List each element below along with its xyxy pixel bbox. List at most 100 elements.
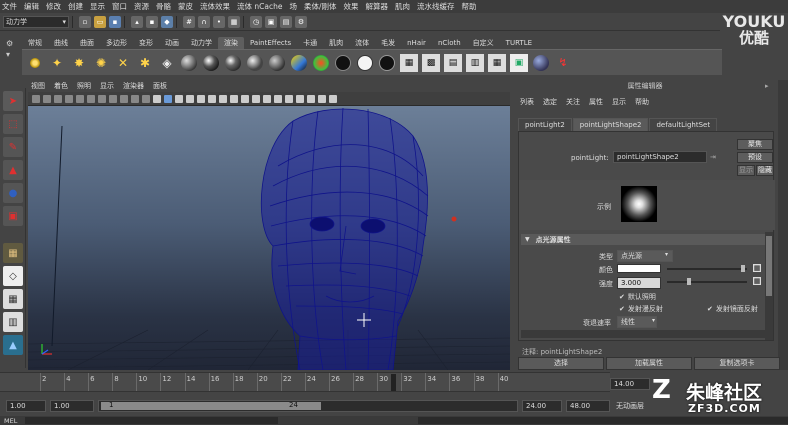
motion-blur-icon[interactable] [296,94,304,103]
color-slider-handle[interactable] [741,265,745,272]
current-frame-field[interactable]: 14.00 [610,378,650,390]
move-tool-icon[interactable]: ▲ [3,160,23,180]
scrollbar-thumb[interactable] [766,236,772,296]
head-wireframe[interactable] [260,107,429,370]
menu-item[interactable]: 流水线缓存 [417,1,455,12]
texture-image-icon[interactable]: ▣ [510,53,528,72]
hypershade-icon[interactable]: ◈ [158,54,176,72]
viewport-menu-item[interactable]: 视图 [31,81,45,91]
menu-item[interactable]: 修改 [46,1,61,12]
point-light-icon[interactable]: ✸ [70,54,88,72]
shelf-expand-icon[interactable]: ▾ [6,50,16,59]
viewport-menu-item[interactable]: 面板 [153,81,167,91]
film-gate-icon[interactable] [87,94,95,103]
snap-point-icon[interactable]: • [213,15,225,28]
shelf-tab[interactable]: nHair [401,37,432,49]
intensity-map-icon[interactable]: ▦ [753,277,761,285]
xray-joints-icon[interactable] [230,94,238,103]
menu-item[interactable]: 场 [289,1,297,12]
single-layout-icon[interactable]: ◇ [3,266,23,286]
multisample-icon[interactable] [274,94,282,103]
render-frame-icon[interactable]: ▣ [265,15,277,28]
select-hierarchy-icon[interactable]: ▴ [131,15,143,28]
anim-layer-label[interactable]: 无动画层 [616,401,644,411]
show-button[interactable]: 显示 [737,165,755,176]
rotate-tool-icon[interactable]: ● [3,183,23,203]
focus-button[interactable]: 聚焦 [737,139,773,150]
menu-item[interactable]: 编辑 [24,1,39,12]
select-object-icon[interactable]: ▪ [146,15,158,28]
stereo-icon[interactable] [318,94,326,103]
attribute-menu-item[interactable]: 选定 [543,97,557,107]
volume-light-icon[interactable]: ✱ [136,54,154,72]
open-scene-icon[interactable]: ▭ [94,15,106,28]
isolate-select-icon[interactable] [252,94,260,103]
ipr-render-icon[interactable]: ▤ [280,15,292,28]
black-material-icon[interactable] [334,54,352,72]
menu-item[interactable]: 显示 [90,1,105,12]
phong-material-icon[interactable] [224,54,242,72]
lasso-tool-icon[interactable]: ⬚ [3,114,23,134]
menu-item[interactable]: 骨骼 [156,1,171,12]
end-time-field[interactable]: 48.00 [566,400,610,412]
emit-diffuse-row[interactable]: ✔ 发射漫反射 [619,304,663,314]
menu-item[interactable]: 文件 [2,1,17,12]
wireframe-icon[interactable] [153,94,161,103]
hide-button[interactable]: 隐藏 [756,165,774,176]
texture-ramp-icon[interactable]: ▤ [444,53,462,72]
history-icon[interactable]: ◷ [250,15,262,28]
shadow-material-icon[interactable] [378,54,396,72]
xray-icon[interactable] [219,94,227,103]
shelf-tab[interactable]: 曲面 [74,37,100,49]
attribute-tab[interactable]: pointLight2 [518,118,572,131]
resolution-gate-icon[interactable] [98,94,106,103]
menu-item[interactable]: 解算器 [366,1,389,12]
menu-item[interactable]: 柔体/刚体 [304,1,337,12]
wireframe-on-shaded-icon[interactable] [175,94,183,103]
shelf-tab[interactable]: 自定义 [467,37,500,49]
attribute-menu-item[interactable]: 属性 [589,97,603,107]
intensity-slider[interactable] [667,281,747,283]
intensity-slider-handle[interactable] [687,278,691,285]
point-light-locator[interactable] [451,216,457,222]
viewport-menu-item[interactable]: 显示 [100,81,114,91]
area-light-icon[interactable]: ✕ [114,54,132,72]
texture-file-icon[interactable]: ▩ [422,53,440,72]
presets-button[interactable]: 预设 [737,152,773,163]
viewport-menu-item[interactable]: 着色 [54,81,68,91]
current-time-marker[interactable] [391,374,396,391]
viewport-menu-item[interactable]: 照明 [77,81,91,91]
safe-title-icon[interactable] [142,94,150,103]
intensity-field[interactable]: 3.000 [617,277,661,289]
use-lights-icon[interactable] [197,94,205,103]
bump-icon[interactable] [532,54,550,72]
exposure-icon[interactable] [329,94,337,103]
snap-curve-icon[interactable]: ∩ [198,15,210,28]
range-slider-bar[interactable] [101,402,321,410]
shelf-tab[interactable]: 曲线 [48,37,74,49]
anisotropic-material-icon[interactable] [268,54,286,72]
shelf-tab[interactable]: nCloth [432,37,467,49]
perspective-viewport[interactable] [28,106,510,370]
shelf-tab[interactable]: 变形 [133,37,159,49]
color-map-icon[interactable]: ▦ [753,264,761,272]
attribute-menu-item[interactable]: 帮助 [635,97,649,107]
shelf-tab[interactable]: 渲染 [218,37,244,49]
menu-item[interactable]: 蒙皮 [178,1,193,12]
node-name-field[interactable]: pointLightShape2 [613,151,707,163]
ramp-material-icon[interactable] [312,54,330,72]
white-material-icon[interactable] [356,54,374,72]
menu-item[interactable]: 肌肉 [395,1,410,12]
menu-item[interactable]: 效果 [344,1,359,12]
safe-action-icon[interactable] [131,94,139,103]
depth-of-field-icon[interactable] [307,94,315,103]
camera-attr-icon[interactable] [43,94,51,103]
shelf-tab[interactable]: PaintEffects [244,37,297,49]
range-slider[interactable]: 1 24 [98,400,518,412]
shelf-tab[interactable]: 动力学 [185,37,218,49]
directional-light-icon[interactable]: ✦ [48,54,66,72]
menu-item[interactable]: 流体效果 [200,1,230,12]
paint-select-tool-icon[interactable]: ✎ [3,137,23,157]
attribute-menu-item[interactable]: 列表 [520,97,534,107]
decay-rate-select[interactable]: 线性 [617,316,657,328]
